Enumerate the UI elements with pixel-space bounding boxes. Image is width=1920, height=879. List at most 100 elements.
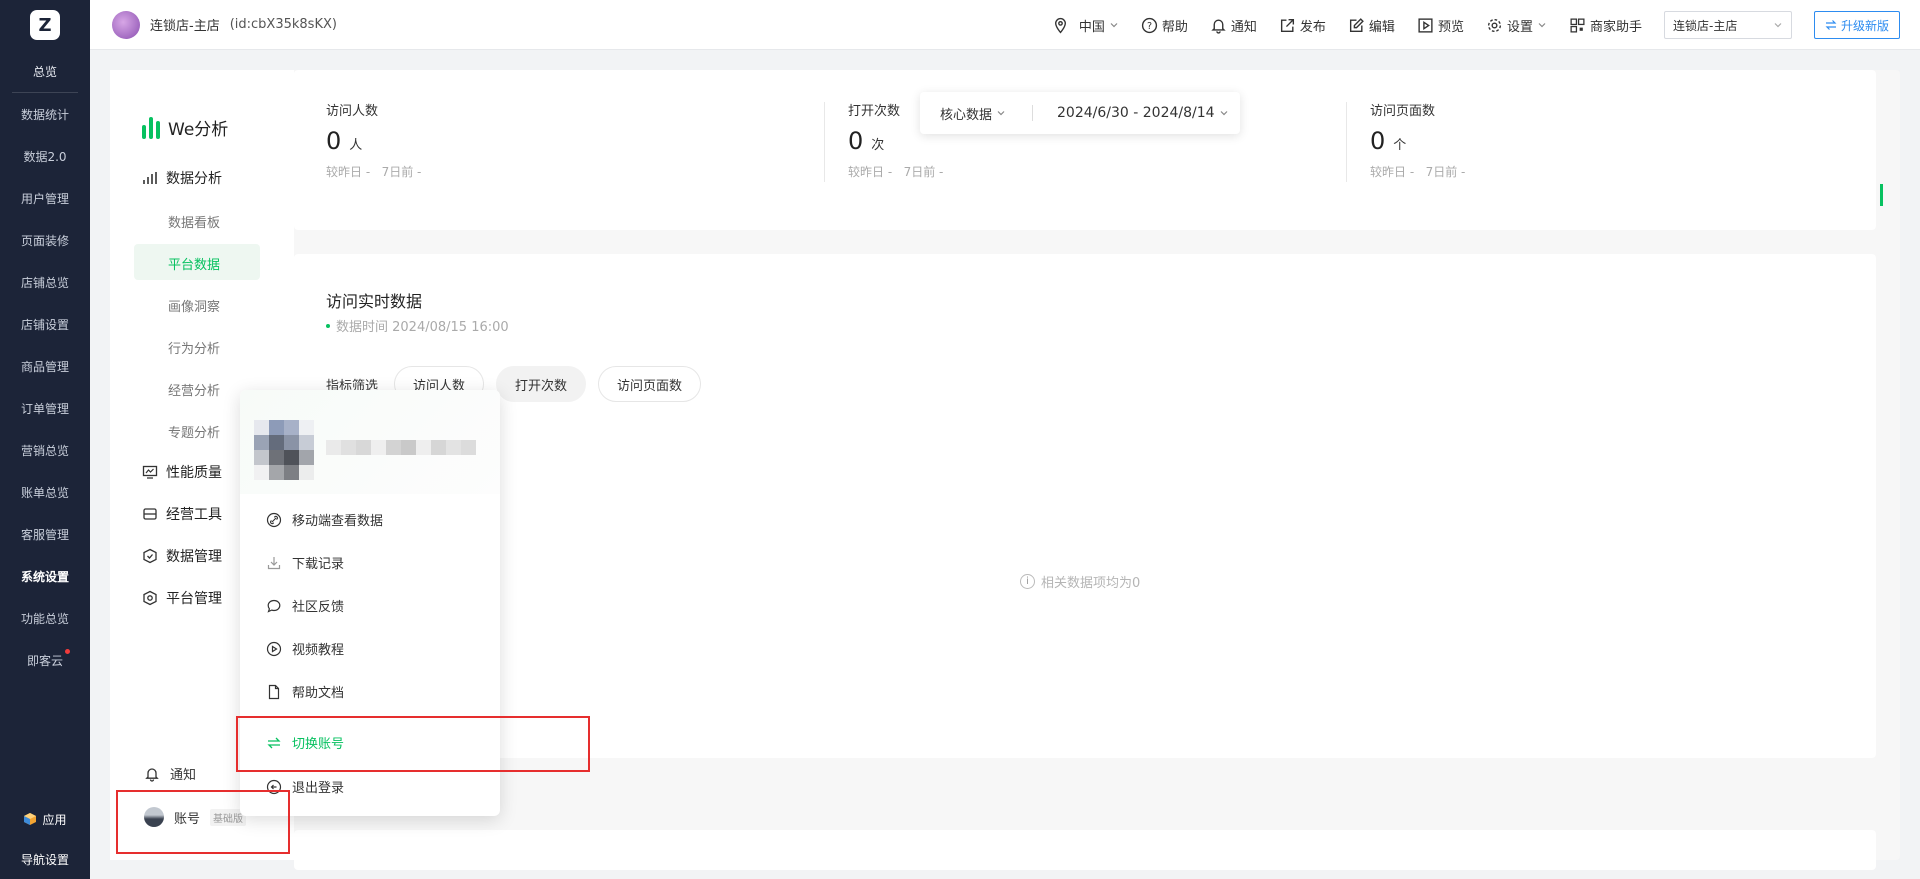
edit-button[interactable]: 编辑 [1348,16,1395,35]
core-filter-bar: 核心数据 2024/6/30 - 2024/8/14 [920,92,1240,134]
notify-label: 通知 [1230,19,1257,35]
nav-item-billing[interactable]: 账单总览 [0,471,90,513]
stat-compare-day: 较昨日 - [326,165,371,179]
svg-text:?: ? [1147,21,1152,32]
group-performance-label: 性能质量 [166,465,222,481]
nav-item-orders[interactable]: 订单管理 [0,387,90,429]
document-icon [268,684,280,699]
blurred-user-name [326,440,476,455]
menu-help-docs[interactable]: 帮助文档 [266,682,344,701]
menu-video-tutorials[interactable]: 视频教程 [266,639,344,658]
store-select[interactable]: 连锁店-主店 [1663,11,1792,39]
menu-download-records[interactable]: 下载记录 [266,553,344,572]
stat-value: 0 [1370,127,1386,155]
preview-label: 预览 [1437,19,1464,35]
nav-settings[interactable]: 导航设置 [0,839,90,879]
menu-mobile-view[interactable]: 移动端查看数据 [266,510,383,529]
group-platform-management-label: 平台管理 [166,591,222,607]
stat-value: 0 [848,127,864,155]
help-label: 帮助 [1161,19,1188,35]
region-label: 中国 [1078,19,1105,35]
group-tools[interactable]: 经营工具 [142,504,222,524]
settings-dropdown[interactable]: 设置 [1486,16,1547,35]
scroll-indicator[interactable] [1880,184,1883,206]
hexagon-gear-icon [143,590,157,606]
date-range-picker[interactable]: 2024/6/30 - 2024/8/14 [1057,105,1229,121]
notify-button[interactable]: 通知 [1210,16,1257,35]
store-avatar [112,10,140,39]
nav-item-service[interactable]: 客服管理 [0,513,90,555]
store-name: 连锁店-主店 [150,19,220,34]
bell-icon [145,767,159,782]
nav-item-system-settings[interactable]: 系统设置 [0,555,90,597]
merchant-assistant-button[interactable]: 商家助手 [1569,16,1642,35]
download-icon [267,556,281,569]
cube-icon [24,813,37,825]
nav-item-store-settings[interactable]: 店铺设置 [0,303,90,345]
group-data-management[interactable]: 数据管理 [142,546,222,566]
publish-button[interactable]: 发布 [1279,16,1326,35]
group-platform-management[interactable]: 平台管理 [142,588,222,608]
nav-apps[interactable]: 应用 [0,799,90,839]
stat-unit: 人 [349,138,363,153]
location-pin-icon [1054,17,1066,33]
bar-chart-icon [143,172,157,184]
help-button[interactable]: ? 帮助 [1141,16,1188,35]
stat-compare-day: 较昨日 - [848,165,893,179]
nav-item-jike-cloud[interactable]: 即客云 [0,639,90,681]
nav-overview[interactable]: 总览 [0,50,90,92]
edit-label: 编辑 [1368,19,1395,35]
menu-mobile-view-label: 移动端查看数据 [292,514,384,529]
store-icon [143,508,157,520]
nav-item-users[interactable]: 用户管理 [0,177,90,219]
stat-compare-day: 较昨日 - [1370,165,1415,179]
upgrade-button[interactable]: 升级新版 [1813,11,1900,39]
menu-help-docs-label: 帮助文档 [292,686,345,701]
menu-community-feedback-label: 社区反馈 [292,600,345,615]
region-selector[interactable]: 中国 [1052,16,1119,35]
top-bar: 连锁店-主店 (id:cbX35k8sKX) 中国 ? 帮助 通知 发布 编辑 … [90,0,1920,50]
date-range-value: 2024/6/30 - 2024/8/14 [1057,105,1215,121]
filter-divider [1032,105,1034,121]
play-square-icon [1418,17,1433,33]
bell-icon [1211,19,1226,34]
left-nav: Z 总览 数据统计 数据2.0 用户管理 页面装修 店铺总览 店铺设置 商品管理… [0,0,90,879]
app-logo[interactable]: Z [0,0,90,50]
nav-apps-label: 应用 [42,812,67,827]
stat-value: 0 [326,127,342,155]
sub-dashboard[interactable]: 数据看板 [168,212,220,231]
core-data-dropdown[interactable]: 核心数据 [940,104,1006,123]
nav-item-marketing[interactable]: 营销总览 [0,429,90,471]
sub-topic[interactable]: 专题分析 [168,422,220,441]
stat-visitors: 访问人数 0人 较昨日 - 7日前 - [326,100,421,180]
nav-item-page-design[interactable]: 页面装修 [0,219,90,261]
info-icon: i [1020,574,1035,589]
chip-pages[interactable]: 访问页面数 [598,366,702,402]
publish-label: 发布 [1299,19,1326,35]
sub-platform-data[interactable]: 平台数据 [168,254,220,273]
menu-download-records-label: 下载记录 [292,557,345,572]
sub-persona[interactable]: 画像洞察 [168,296,220,315]
group-data-analysis-label: 数据分析 [166,171,222,187]
chip-opens[interactable]: 打开次数 [496,366,587,402]
chevron-down-icon [1538,23,1546,28]
chevron-down-icon [997,111,1005,116]
chevron-down-icon [1774,23,1782,28]
nav-item-store-overview[interactable]: 店铺总览 [0,261,90,303]
sub-behavior[interactable]: 行为分析 [168,338,220,357]
we-analysis-logo-icon [142,116,160,139]
sub-business[interactable]: 经营分析 [168,380,220,399]
preview-button[interactable]: 预览 [1417,16,1464,35]
settings-label: 设置 [1506,19,1533,35]
nav-item-products[interactable]: 商品管理 [0,345,90,387]
group-performance[interactable]: 性能质量 [142,462,222,482]
sidenav-notify[interactable]: 通知 [144,764,196,783]
group-data-analysis[interactable]: 数据分析 [142,168,222,188]
empty-state-message: i 相关数据项均为0 [1020,572,1140,591]
nav-item-data-2[interactable]: 数据2.0 [0,135,90,177]
stat-pages: 访问页面数 0个 较昨日 - 7日前 - [1370,100,1465,180]
menu-community-feedback[interactable]: 社区反馈 [266,596,344,615]
nav-item-features[interactable]: 功能总览 [0,597,90,639]
publish-icon [1280,18,1294,32]
nav-item-data-stats[interactable]: 数据统计 [0,93,90,135]
